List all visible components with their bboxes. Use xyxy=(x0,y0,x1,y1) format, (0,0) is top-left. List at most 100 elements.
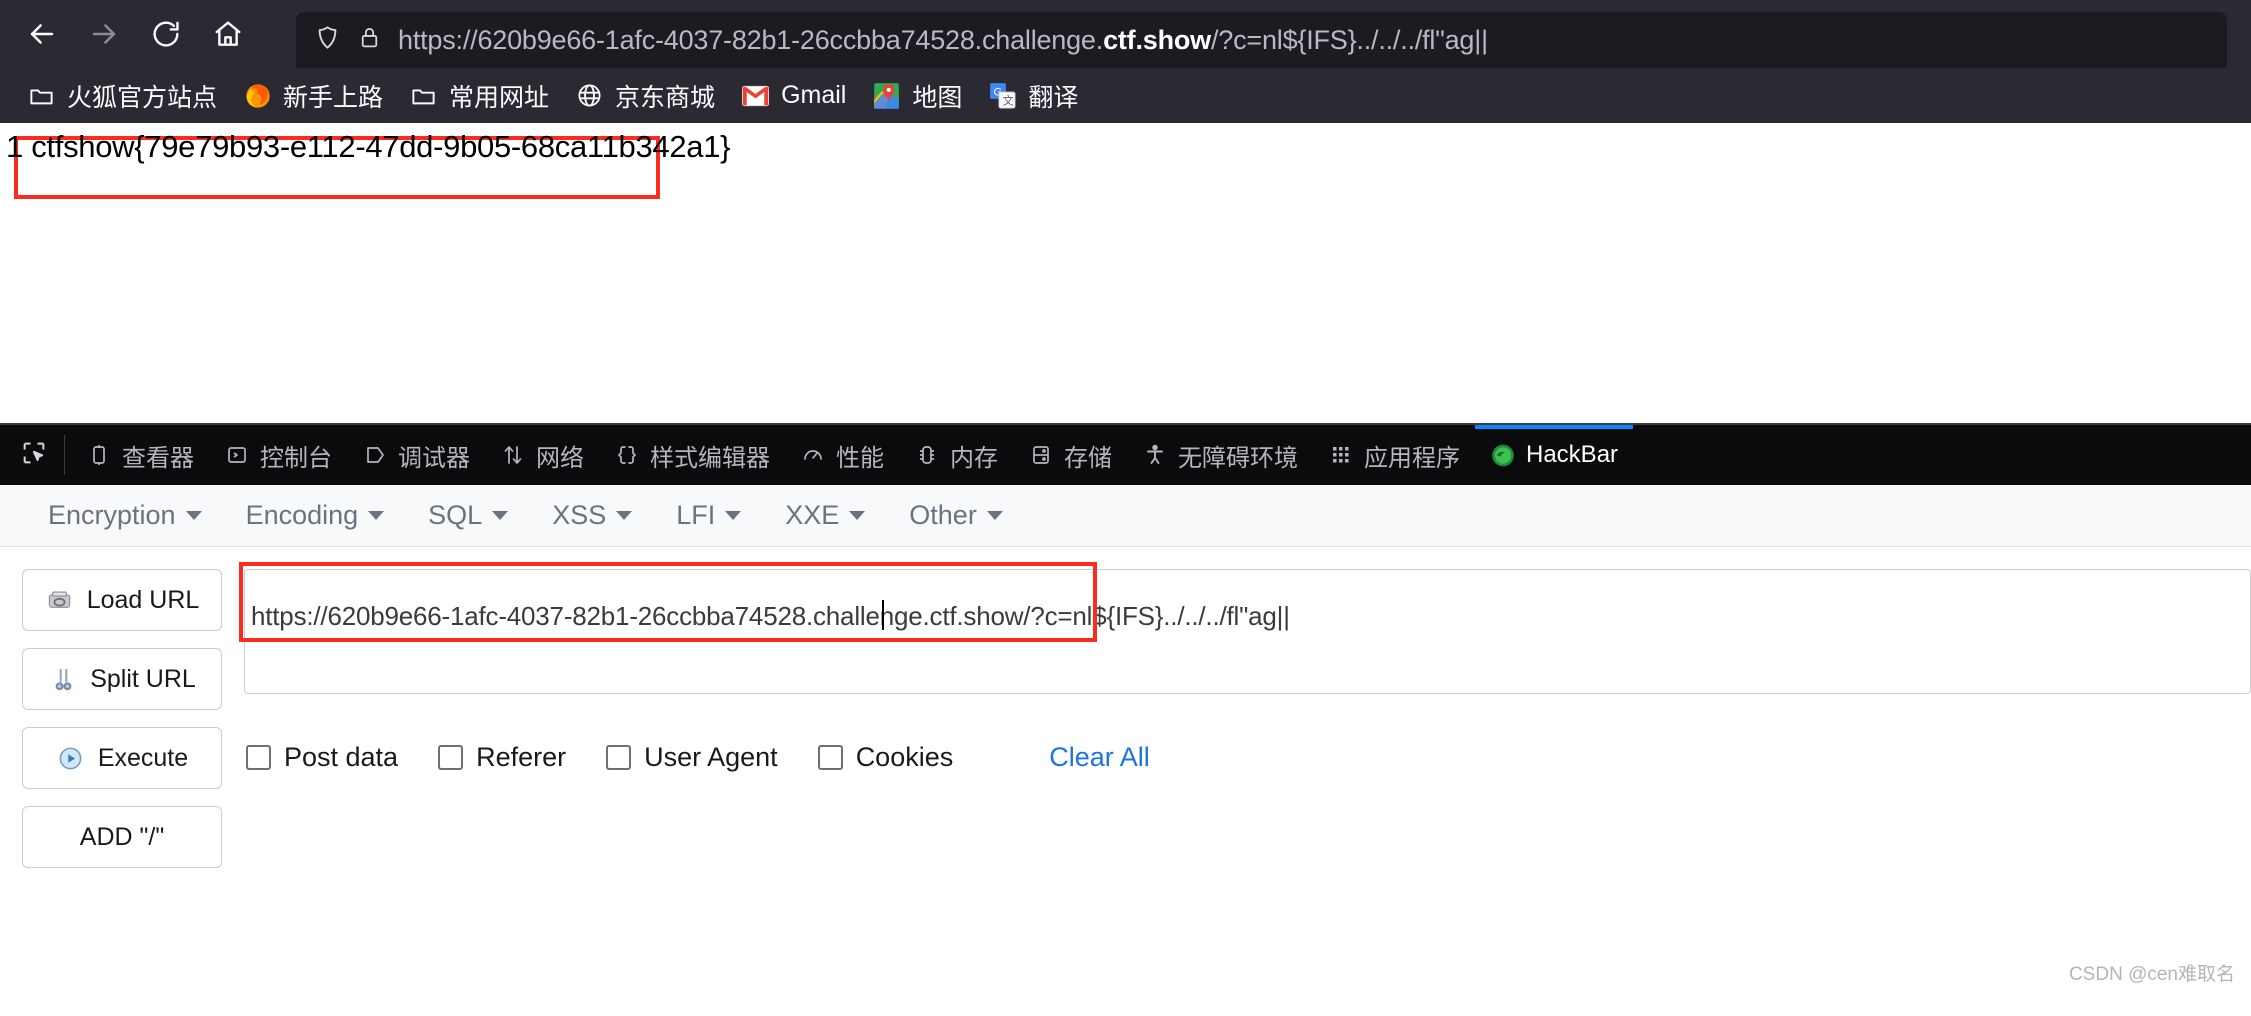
url-suffix: /?c=nl${IFS}../../../fl"ag|| xyxy=(1210,24,1488,55)
shield-icon[interactable] xyxy=(314,24,341,56)
element-picker-icon xyxy=(20,439,48,472)
flag-text: 1 ctfshow{79e79b93-e112-47dd-9b05-68ca11… xyxy=(6,129,731,164)
navigation-toolbar: https://620b9e66-1afc-4037-82b1-26ccbba7… xyxy=(0,0,2251,68)
address-bar[interactable]: https://620b9e66-1afc-4037-82b1-26ccbba7… xyxy=(296,12,2227,68)
watermark: CSDN @cen难取名 xyxy=(2068,964,2235,985)
style-editor-icon xyxy=(614,442,640,468)
storage-icon xyxy=(1028,442,1054,468)
hackbar-menu-sql[interactable]: SQL xyxy=(406,500,530,531)
checkbox-icon[interactable] xyxy=(606,745,632,770)
hackbar-menu-label: LFI xyxy=(676,500,716,530)
devtools-tab-label: 无障碍环境 xyxy=(1178,444,1298,472)
hackbar-url-section: https://620b9e66-1afc-4037-82b1-26ccbba7… xyxy=(239,562,2251,868)
bookmark-item-6[interactable]: G文 翻译 xyxy=(975,72,1091,120)
bookmark-label: 地图 xyxy=(912,83,963,112)
memory-icon xyxy=(914,442,940,468)
hackbar-menu-other[interactable]: Other xyxy=(887,500,1025,531)
hackbar-menu-xxe[interactable]: XXE xyxy=(763,500,887,531)
address-bar-url: https://620b9e66-1afc-4037-82b1-26ccbba7… xyxy=(398,25,1488,56)
hackbar-options-row: Post data Referer User Agent Cookies Cle… xyxy=(244,742,2251,773)
firefox-icon xyxy=(243,81,272,110)
application-icon xyxy=(1328,442,1354,468)
devtools-tab-performance[interactable]: 性能 xyxy=(785,425,899,485)
element-picker-button[interactable] xyxy=(8,435,65,475)
devtools-tab-accessibility[interactable]: 无障碍环境 xyxy=(1127,425,1313,485)
bookmark-item-4[interactable]: Gmail xyxy=(728,75,859,116)
load-url-icon xyxy=(45,585,75,615)
load-url-button[interactable]: Load URL xyxy=(22,569,222,631)
devtools-tab-label: 控制台 xyxy=(260,444,332,472)
split-url-icon xyxy=(48,664,78,694)
devtools-tab-application[interactable]: 应用程序 xyxy=(1313,425,1475,485)
hackbar-panel: Encryption Encoding SQL XSS LFI XXE Othe… xyxy=(0,485,2251,996)
hackbar-menu-encoding[interactable]: Encoding xyxy=(224,500,407,531)
folder-icon xyxy=(409,81,438,110)
devtools-tab-debugger[interactable]: 调试器 xyxy=(347,425,485,485)
hackbar-menu-xss[interactable]: XSS xyxy=(530,500,654,531)
forward-arrow-icon xyxy=(87,17,121,51)
devtools-tab-label: 查看器 xyxy=(122,444,194,472)
url-textarea-value: https://620b9e66-1afc-4037-82b1-26ccbba7… xyxy=(251,601,1290,631)
devtools-tab-console[interactable]: 控制台 xyxy=(209,425,347,485)
checkbox-label: Post data xyxy=(284,742,399,772)
hackbar-menu-encryption[interactable]: Encryption xyxy=(26,500,224,531)
clear-all-link[interactable]: Clear All xyxy=(1049,742,1150,773)
inspector-icon xyxy=(86,442,112,468)
checkbox-referer[interactable]: Referer xyxy=(438,742,566,773)
devtools-tab-label: 存储 xyxy=(1064,444,1112,472)
hackbar-button-label: Load URL xyxy=(86,585,200,614)
google-translate-icon: G文 xyxy=(988,81,1017,110)
devtools-tab-inspector[interactable]: 查看器 xyxy=(71,425,209,485)
checkbox-icon[interactable] xyxy=(246,745,271,770)
bookmarks-toolbar: 火狐官方站点 新手上路 常用网址 京东商城 Gmail 地图 G 文 翻译 xyxy=(0,68,2251,123)
hackbar-icon xyxy=(1490,442,1516,468)
checkbox-icon[interactable] xyxy=(817,745,843,770)
execute-button[interactable]: Execute xyxy=(22,727,222,789)
chevron-down-icon xyxy=(368,511,385,520)
checkbox-cookies[interactable]: Cookies xyxy=(817,742,954,773)
bookmark-item-2[interactable]: 常用网址 xyxy=(396,72,562,120)
devtools-tab-memory[interactable]: 内存 xyxy=(899,425,1013,485)
chevron-down-icon xyxy=(849,511,866,520)
split-url-button[interactable]: Split URL xyxy=(22,648,222,710)
text-cursor xyxy=(882,600,884,630)
hackbar-menu-label: XSS xyxy=(552,500,607,530)
accessibility-icon xyxy=(1142,442,1168,468)
url-textarea[interactable]: https://620b9e66-1afc-4037-82b1-26ccbba7… xyxy=(239,562,2251,694)
checkbox-label: Cookies xyxy=(855,742,954,772)
checkbox-icon[interactable] xyxy=(438,745,464,770)
back-button[interactable] xyxy=(14,6,70,62)
devtools-tab-network[interactable]: 网络 xyxy=(485,425,599,485)
checkbox-post-data[interactable]: Post data xyxy=(246,742,398,773)
bookmark-item-1[interactable]: 新手上路 xyxy=(230,72,396,120)
devtools-tab-label: HackBar xyxy=(1526,441,1619,468)
devtools-tab-style-editor[interactable]: 样式编辑器 xyxy=(599,425,785,485)
url-prefix: https://620b9e66-1afc-4037-82b1-26ccbba7… xyxy=(398,24,1104,55)
hackbar-button-label: Split URL xyxy=(90,664,196,693)
lock-icon[interactable] xyxy=(357,25,382,55)
reload-button[interactable] xyxy=(138,6,194,62)
network-icon xyxy=(500,442,526,468)
hackbar-menu-lfi[interactable]: LFI xyxy=(654,500,763,531)
checkbox-user-agent[interactable]: User Agent xyxy=(606,742,778,773)
hackbar-menu-label: XXE xyxy=(785,500,840,530)
add-slash-button[interactable]: ADD "/" xyxy=(22,806,222,868)
hackbar-action-buttons: Load URL Split URL Execute ADD "/" xyxy=(22,569,222,868)
devtools-toolbar: 查看器 控制台 调试器 网络 样式编辑器 性能 内存 存储 无障碍环境 应用程序… xyxy=(0,423,2251,485)
reload-icon xyxy=(150,18,182,50)
bookmark-label: Gmail xyxy=(781,81,847,109)
console-icon xyxy=(224,442,250,468)
devtools-tab-label: 调试器 xyxy=(398,444,470,472)
bookmark-label: 常用网址 xyxy=(449,83,550,112)
hackbar-menu-label: Other xyxy=(909,500,977,530)
google-maps-icon xyxy=(872,81,901,110)
home-button[interactable] xyxy=(200,6,256,62)
bookmark-item-3[interactable]: 京东商城 xyxy=(562,72,728,120)
devtools-tab-storage[interactable]: 存储 xyxy=(1013,425,1127,485)
bookmark-item-0[interactable]: 火狐官方站点 xyxy=(14,72,230,120)
forward-button[interactable] xyxy=(76,6,132,62)
devtools-tab-hackbar[interactable]: HackBar xyxy=(1475,425,1634,485)
bookmark-item-5[interactable]: 地图 xyxy=(859,72,975,120)
globe-icon xyxy=(575,81,604,110)
devtools-tab-label: 内存 xyxy=(950,444,998,472)
